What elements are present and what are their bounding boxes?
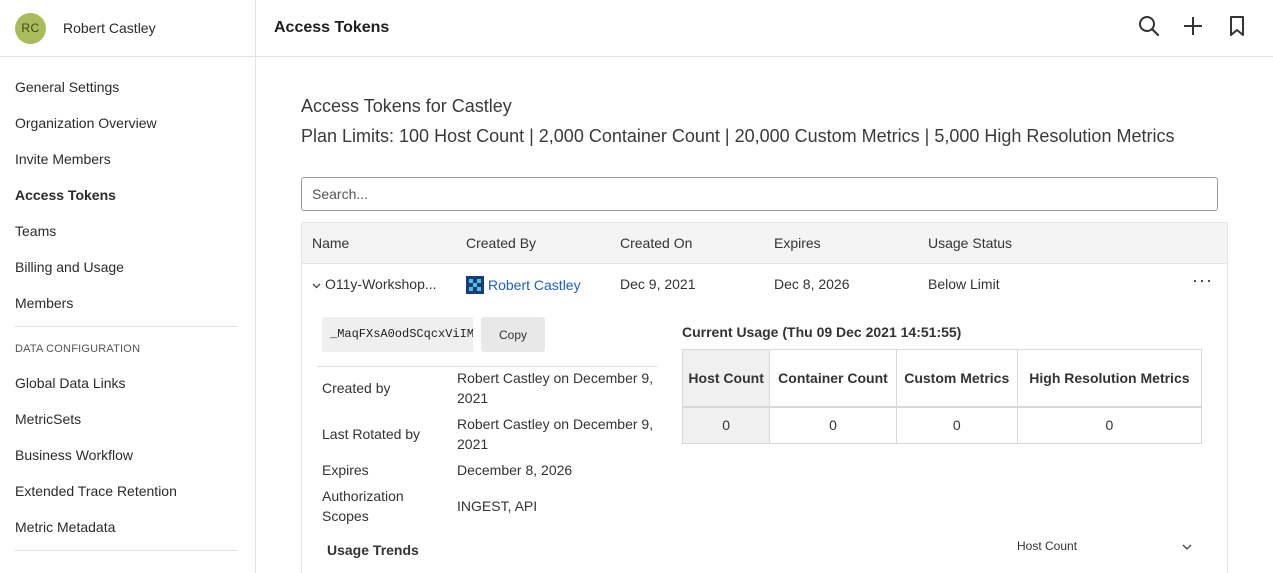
user-avatar-icon	[466, 276, 484, 294]
plan-limits: Plan Limits: 100 Host Count | 2,000 Cont…	[301, 126, 1175, 146]
sidebar-item-general-settings[interactable]: General Settings	[0, 69, 255, 105]
expires-cell: Dec 8, 2026	[774, 276, 850, 292]
table-row[interactable]: O11y-Workshop... Robert Castley Dec 9, 2…	[302, 264, 1227, 305]
page-header: Access Tokens	[256, 0, 1273, 57]
token-name-cell[interactable]: O11y-Workshop...	[312, 276, 437, 292]
usage-value-host-count: 0	[682, 406, 771, 444]
created-by-value: Robert Castley on December 9, 2021	[457, 370, 654, 406]
user-name[interactable]: Robert Castley	[63, 20, 156, 36]
created-by-cell[interactable]: Robert Castley	[466, 276, 581, 294]
sidebar-item-access-tokens[interactable]: Access Tokens	[0, 177, 255, 213]
page-title: Access Tokens	[274, 19, 390, 36]
copy-button[interactable]: Copy	[481, 317, 545, 352]
usage-status-cell: Below Limit	[928, 276, 1000, 292]
created-by-label: Created by	[322, 380, 391, 396]
plus-icon[interactable]	[1181, 14, 1205, 38]
table-header: Name Created By Created On Expires Usage…	[302, 223, 1227, 264]
current-usage-label: Current Usage (Thu 09 Dec 2021 14:51:55)	[682, 324, 962, 340]
sidebar-item-business-workflow[interactable]: Business Workflow	[0, 437, 255, 473]
column-header-name[interactable]: Name	[312, 235, 349, 251]
more-icon[interactable]: ···	[1192, 270, 1213, 291]
usage-header-container-count: Container Count	[769, 349, 897, 408]
sidebar-item-members[interactable]: Members	[0, 285, 255, 321]
sidebar-item-teams[interactable]: Teams	[0, 213, 255, 249]
metric-select[interactable]: Host Count	[1017, 539, 1192, 553]
token-name: O11y-Workshop...	[325, 276, 437, 292]
usage-table: Host Count Container Count Custom Metric…	[682, 349, 1203, 444]
sidebar-item-organization-overview[interactable]: Organization Overview	[0, 105, 255, 141]
bookmark-icon[interactable]	[1225, 14, 1249, 38]
authorization-scopes-label: Authorization Scopes	[322, 488, 404, 524]
header-actions	[1137, 14, 1249, 38]
sidebar-divider	[15, 550, 238, 551]
authorization-scopes-value: INGEST, API	[457, 498, 538, 514]
token-value[interactable]: _MaqFXsA0odSCqcxViIM	[322, 317, 473, 352]
usage-trends-label: Usage Trends	[327, 542, 419, 558]
sidebar-item-global-data-links[interactable]: Global Data Links	[0, 365, 255, 401]
sidebar: RC Robert Castley General Settings Organ…	[0, 0, 256, 573]
search-icon[interactable]	[1137, 14, 1161, 38]
usage-header-custom-metrics: Custom Metrics	[896, 349, 1018, 408]
usage-value-container-count: 0	[769, 406, 897, 444]
sidebar-nav: General Settings Organization Overview I…	[0, 57, 255, 551]
column-header-expires[interactable]: Expires	[774, 235, 821, 251]
column-header-created-by[interactable]: Created By	[466, 235, 536, 251]
tokens-table: Name Created By Created On Expires Usage…	[301, 222, 1228, 573]
usage-value-custom-metrics: 0	[896, 406, 1018, 444]
sidebar-section-label: DATA CONFIGURATION	[15, 343, 141, 355]
column-header-created-on[interactable]: Created On	[620, 235, 692, 251]
user-profile[interactable]: RC Robert Castley	[0, 0, 255, 57]
detail-divider	[317, 366, 657, 367]
avatar[interactable]: RC	[15, 12, 46, 44]
sidebar-item-metricsets[interactable]: MetricSets	[0, 401, 255, 437]
sidebar-item-invite-members[interactable]: Invite Members	[0, 141, 255, 177]
column-header-usage-status[interactable]: Usage Status	[928, 235, 1012, 251]
usage-header-host-count: Host Count	[682, 349, 771, 408]
tokens-heading: Access Tokens for Castley	[301, 96, 512, 116]
expires-label: Expires	[322, 462, 369, 478]
chevron-down-icon	[1182, 539, 1192, 553]
usage-header-high-resolution-metrics: High Resolution Metrics	[1017, 349, 1203, 408]
sidebar-divider	[15, 326, 238, 327]
usage-value-high-resolution-metrics: 0	[1017, 406, 1203, 444]
main-content: Access Tokens for Castley Plan Limits: 1…	[256, 57, 1273, 573]
expires-value: December 8, 2026	[457, 462, 573, 478]
metric-select-value: Host Count	[1017, 539, 1078, 553]
chevron-down-icon[interactable]	[312, 276, 321, 292]
creator-link[interactable]: Robert Castley	[488, 277, 581, 293]
created-on-cell: Dec 9, 2021	[620, 276, 696, 292]
search-input[interactable]	[301, 177, 1218, 211]
sidebar-item-metric-metadata[interactable]: Metric Metadata	[0, 509, 255, 545]
last-rotated-value: Robert Castley on December 9, 2021	[457, 416, 654, 452]
sidebar-item-billing-and-usage[interactable]: Billing and Usage	[0, 249, 255, 285]
last-rotated-label: Last Rotated by	[322, 426, 421, 442]
sidebar-item-extended-trace-retention[interactable]: Extended Trace Retention	[0, 473, 255, 509]
